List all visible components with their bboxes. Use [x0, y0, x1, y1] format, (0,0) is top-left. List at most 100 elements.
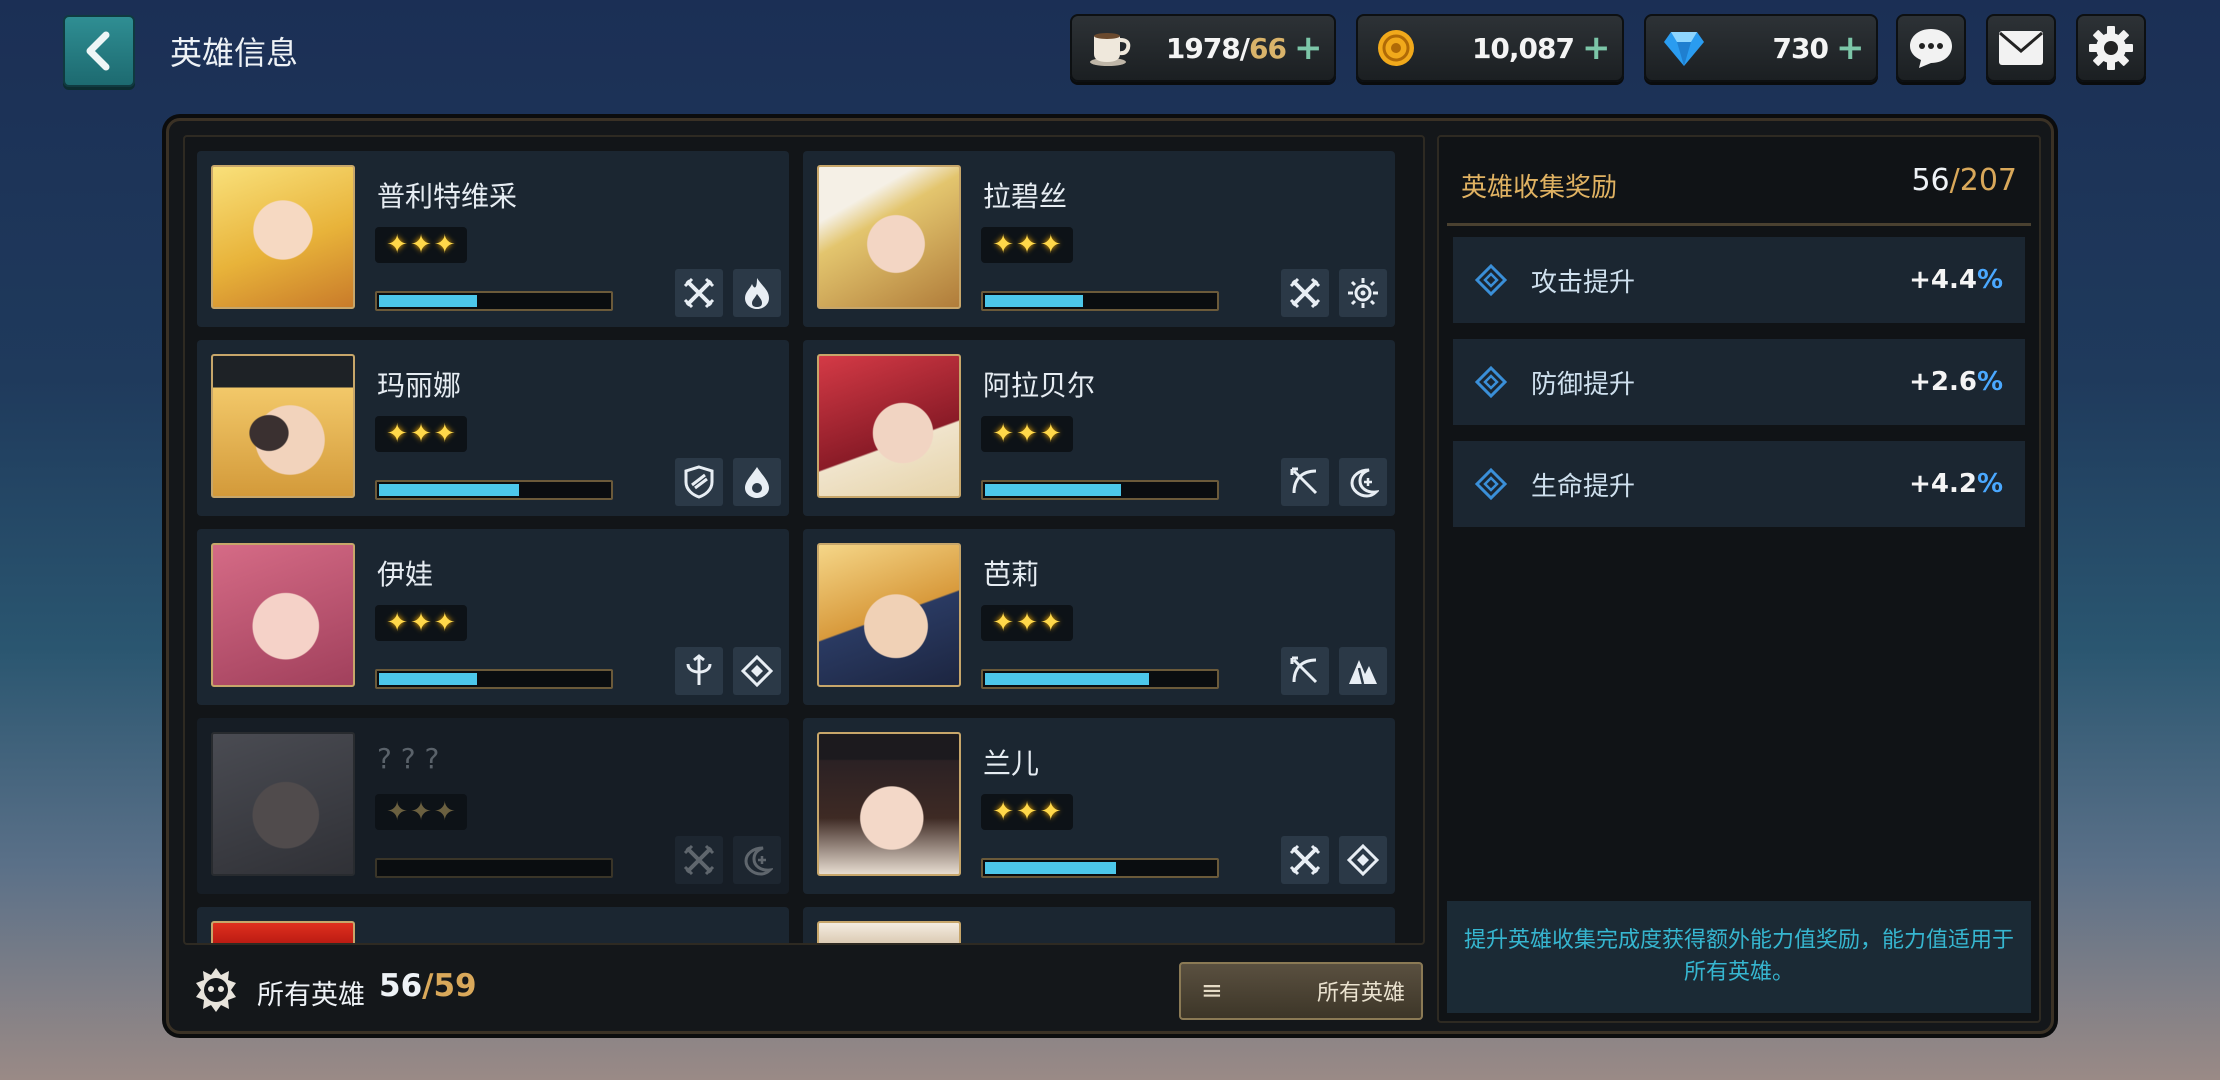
hero-name: 拉碧丝 — [983, 180, 1068, 213]
hero-portrait — [817, 921, 961, 943]
bonus-count: 56 — [1911, 163, 1950, 198]
stat-label: 生命提升 — [1531, 471, 1636, 502]
star-rating: ✦ ✦ ✦ — [981, 416, 1073, 452]
diamond-icon — [733, 647, 781, 695]
diamond-gem-icon — [1660, 24, 1708, 72]
fire-icon — [733, 269, 781, 317]
stamina-value: 1978 — [1165, 31, 1241, 65]
hero-card[interactable] — [803, 907, 1395, 943]
stat-unit: % — [1976, 367, 2003, 397]
stat-unit: % — [1976, 265, 2003, 295]
hero-portrait — [817, 354, 961, 498]
stat-row-health: 生命提升 +4.2% — [1453, 441, 2025, 527]
hero-count-owned: 56 — [379, 968, 423, 1004]
hero-progress-bar — [981, 669, 1219, 689]
hero-portrait — [211, 165, 355, 309]
gold-coin-icon — [1372, 24, 1420, 72]
diamond-icon — [1339, 836, 1387, 884]
add-stamina-button[interactable]: + — [1294, 31, 1323, 65]
hero-filter-button[interactable]: ≡ 所有英雄 — [1179, 962, 1423, 1020]
hero-card[interactable]: 芭莉 ✦ ✦ ✦ — [803, 529, 1395, 705]
envelope-icon — [1999, 31, 2043, 65]
star-rating: ✦ ✦ ✦ — [375, 605, 467, 641]
hero-progress-bar — [375, 669, 613, 689]
stamina-max: 66 — [1249, 31, 1287, 65]
hero-card-locked[interactable]: ? ? ? ✦ ✦ ✦ — [197, 718, 789, 894]
water-icon — [733, 458, 781, 506]
hero-progress-bar — [981, 858, 1219, 878]
hero-progress-bar — [375, 858, 613, 878]
star-rating: ✦ ✦ ✦ — [375, 416, 467, 452]
swords-icon — [1281, 269, 1329, 317]
divider — [1447, 223, 2031, 226]
star-rating: ✦ ✦ ✦ — [375, 227, 467, 263]
swords-icon — [675, 836, 723, 884]
stat-row-defense: 防御提升 +2.6% — [1453, 339, 2025, 425]
star-rating: ✦ ✦ ✦ — [981, 605, 1073, 641]
swords-icon — [1281, 836, 1329, 884]
stamina-display: 1978/66 + — [1070, 14, 1336, 82]
hero-name: 阿拉贝尔 — [983, 369, 1096, 402]
stat-label: 攻击提升 — [1531, 267, 1636, 298]
gem-display: 730 + — [1644, 14, 1878, 82]
filter-label: 所有英雄 — [1316, 981, 1405, 1006]
chat-bubble-icon — [1910, 29, 1952, 68]
add-gold-button[interactable]: + — [1582, 31, 1611, 65]
bonus-description: 提升英雄收集完成度获得额外能力值奖励，能力值适用于所有英雄。 — [1447, 901, 2031, 1013]
star-rating: ✦ ✦ ✦ — [981, 794, 1073, 830]
stat-label: 防御提升 — [1531, 369, 1636, 400]
hero-name: 普利特维采 — [377, 180, 518, 213]
gem-value: 730 — [1772, 31, 1829, 65]
hero-progress-bar — [375, 480, 613, 500]
stat-unit: % — [1976, 469, 2003, 499]
page-title: 英雄信息 — [170, 34, 299, 72]
collection-bonus-panel: 英雄收集奖励 56/207 攻击提升 +4.4% 防御提升 +2.6% 生命提升… — [1437, 135, 2041, 1023]
bonus-total: /207 — [1949, 163, 2017, 198]
chat-button[interactable] — [1896, 14, 1966, 82]
hero-progress-bar — [981, 291, 1219, 311]
stat-number: +4.2 — [1909, 469, 1977, 499]
gold-value: 10,087 — [1471, 31, 1575, 65]
coffee-cup-icon — [1086, 24, 1134, 72]
gear-icon — [2089, 26, 2133, 70]
moon-icon — [733, 836, 781, 884]
stat-value: +4.2% — [1909, 469, 2003, 499]
bonus-progress: 56/207 — [1911, 163, 2017, 198]
mail-button[interactable] — [1986, 14, 2056, 82]
menu-icon: ≡ — [1201, 976, 1223, 1006]
swords-icon — [675, 269, 723, 317]
mountain-icon — [1339, 647, 1387, 695]
hero-portrait — [211, 921, 355, 943]
hero-count: 56/59 — [379, 968, 477, 1004]
hero-card[interactable]: 伊娃 ✦ ✦ ✦ — [197, 529, 789, 705]
bow-icon — [1281, 458, 1329, 506]
hero-card[interactable]: 玛丽娜 ✦ ✦ ✦ — [197, 340, 789, 516]
hero-name: 兰儿 — [983, 747, 1040, 780]
hero-progress-bar — [981, 480, 1219, 500]
bow-icon — [1281, 647, 1329, 695]
hero-name: 玛丽娜 — [377, 369, 462, 402]
add-gem-button[interactable]: + — [1836, 31, 1865, 65]
staff-icon — [675, 647, 723, 695]
hero-card[interactable] — [197, 907, 789, 943]
hero-list[interactable]: 普利特维采 ✦ ✦ ✦ 拉碧丝 ✦ ✦ ✦ 玛丽娜 ✦ ✦ ✦ 阿拉贝尔 ✦ ✦ ✦ — [183, 135, 1425, 945]
hero-card[interactable]: 拉碧丝 ✦ ✦ ✦ — [803, 151, 1395, 327]
hero-count-total: /59 — [422, 968, 477, 1004]
settings-button[interactable] — [2076, 14, 2146, 82]
hero-info-panel: 普利特维采 ✦ ✦ ✦ 拉碧丝 ✦ ✦ ✦ 玛丽娜 ✦ ✦ ✦ 阿拉贝尔 ✦ ✦ ✦ — [166, 118, 2054, 1034]
hero-name: 芭莉 — [983, 558, 1040, 591]
stat-number: +2.6 — [1909, 367, 1977, 397]
hero-card[interactable]: 阿拉贝尔 ✦ ✦ ✦ — [803, 340, 1395, 516]
diamond-icon — [1473, 364, 1509, 400]
hero-card[interactable]: 普利特维采 ✦ ✦ ✦ — [197, 151, 789, 327]
hero-portrait — [817, 543, 961, 687]
hero-portrait — [211, 354, 355, 498]
sun-icon — [1339, 269, 1387, 317]
hero-portrait — [817, 165, 961, 309]
back-button[interactable] — [63, 15, 135, 87]
bonus-title: 英雄收集奖励 — [1461, 173, 1618, 203]
hero-card[interactable]: 兰儿 ✦ ✦ ✦ — [803, 718, 1395, 894]
diamond-icon — [1473, 466, 1509, 502]
stat-row-attack: 攻击提升 +4.4% — [1453, 237, 2025, 323]
hero-portrait — [817, 732, 961, 876]
